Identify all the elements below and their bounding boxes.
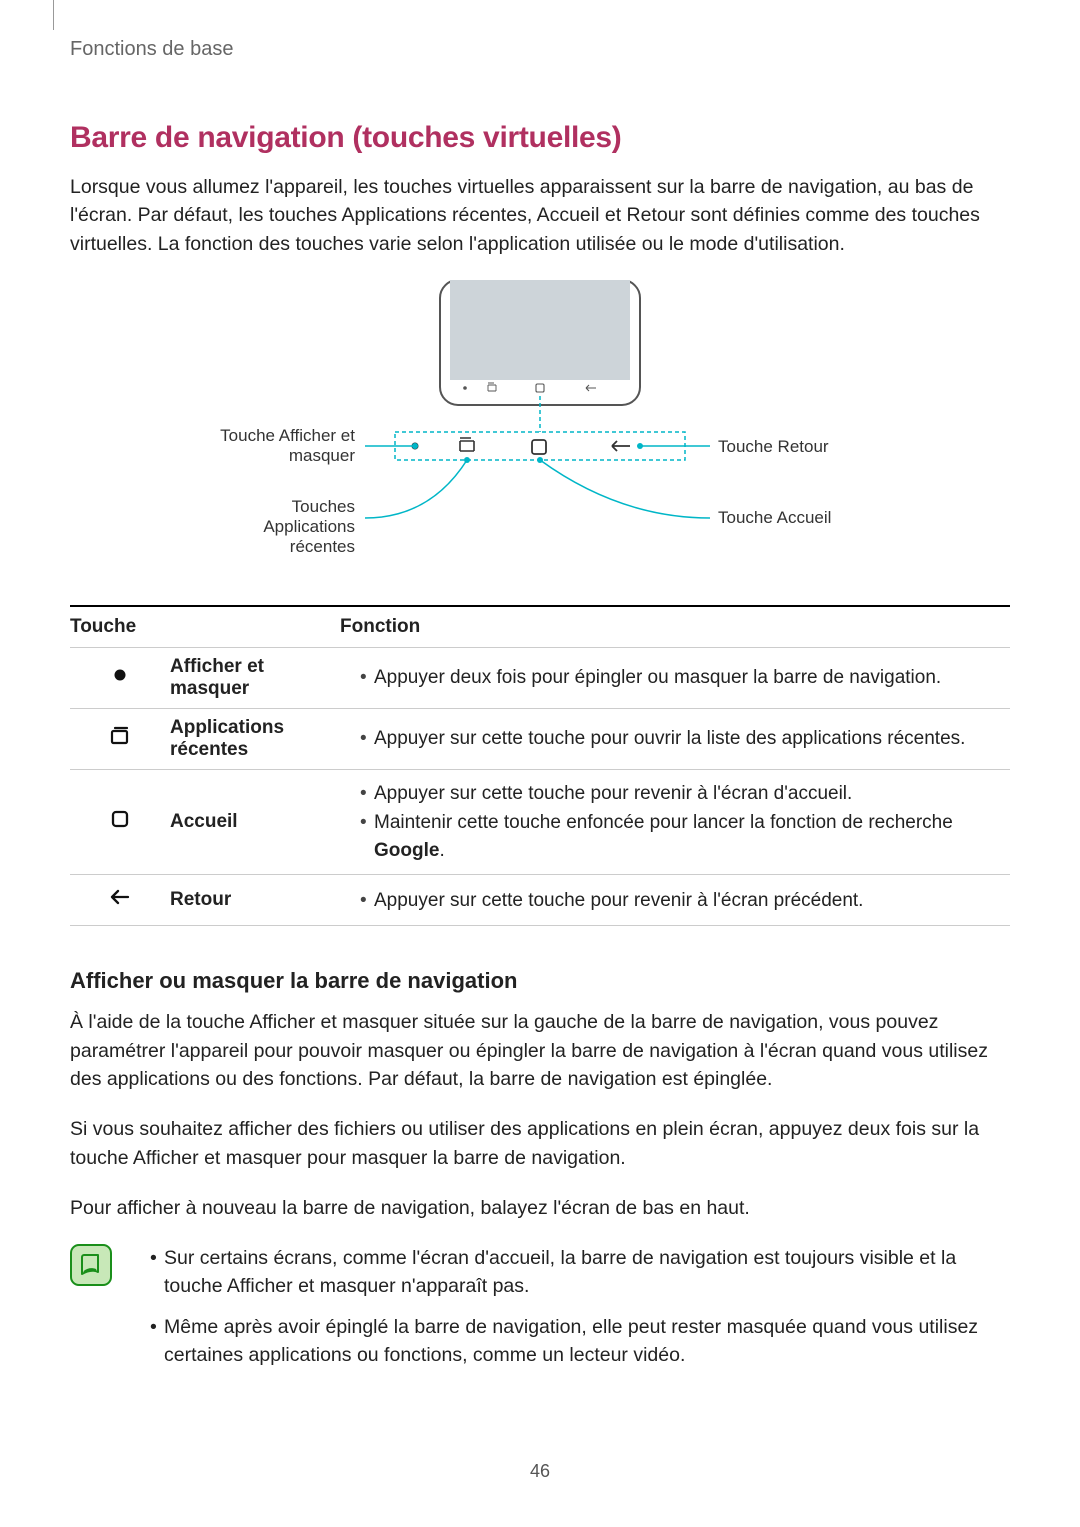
key-func: Appuyer deux fois pour épingler ou masqu…: [360, 664, 1010, 692]
key-func: Appuyer sur cette touche pour revenir à …: [360, 780, 1010, 808]
body-paragraph: Si vous souhaitez afficher des fichiers …: [70, 1115, 1010, 1172]
key-func: Appuyer sur cette touche pour revenir à …: [360, 887, 1010, 915]
page-title: Barre de navigation (touches virtuelles): [70, 121, 1010, 155]
showhide-icon: [108, 663, 132, 687]
back-icon: [612, 441, 630, 451]
svg-text:Touche Afficher et: Touche Afficher et: [220, 426, 355, 445]
key-name: Applications récentes: [170, 717, 340, 761]
note-item: Sur certains écrans, comme l'écran d'acc…: [150, 1244, 1010, 1301]
home-key-icon: [106, 805, 134, 833]
table-row: Accueil Appuyer sur cette touche pour re…: [70, 770, 1010, 876]
key-name: Retour: [170, 889, 340, 911]
svg-text:récentes: récentes: [290, 537, 355, 556]
table-row: Applications récentes Appuyer sur cette …: [70, 709, 1010, 770]
recent-apps-icon: [106, 722, 134, 750]
table-row: Afficher et masquer Appuyer deux fois po…: [70, 648, 1010, 709]
page-number: 46: [70, 1461, 1010, 1482]
svg-text:masquer: masquer: [289, 446, 355, 465]
home-icon: [532, 440, 546, 454]
breadcrumb: Fonctions de base: [70, 38, 1010, 61]
note-block: Sur certains écrans, comme l'écran d'acc…: [70, 1244, 1010, 1381]
recent-icon: [460, 438, 474, 451]
navbar-diagram: Touche Afficher et masquer Touches Appli…: [70, 280, 1010, 580]
col-header-func: Fonction: [340, 616, 1010, 638]
note-icon: [70, 1244, 112, 1286]
key-name: Afficher et masquer: [170, 656, 340, 700]
body-paragraph: À l'aide de la touche Afficher et masque…: [70, 1008, 1010, 1093]
back-key-icon: [106, 883, 134, 911]
svg-text:Touches: Touches: [292, 497, 355, 516]
key-func: Maintenir cette touche enfoncée pour lan…: [360, 809, 1010, 864]
svg-text:Touche Accueil: Touche Accueil: [718, 508, 831, 527]
svg-text:Applications: Applications: [263, 517, 355, 536]
subheading: Afficher ou masquer la barre de navigati…: [70, 968, 1010, 994]
key-name: Accueil: [170, 811, 340, 833]
note-item: Même après avoir épinglé la barre de nav…: [150, 1313, 1010, 1370]
body-paragraph: Pour afficher à nouveau la barre de navi…: [70, 1194, 1010, 1222]
col-header-touch: Touche: [70, 616, 340, 638]
svg-text:Touche Retour: Touche Retour: [718, 437, 829, 456]
table-row: Retour Appuyer sur cette touche pour rev…: [70, 875, 1010, 926]
key-func: Appuyer sur cette touche pour ouvrir la …: [360, 725, 1010, 753]
intro-paragraph: Lorsque vous allumez l'appareil, les tou…: [70, 173, 1010, 258]
keys-table: Touche Fonction Afficher et masquer Appu…: [70, 605, 1010, 927]
